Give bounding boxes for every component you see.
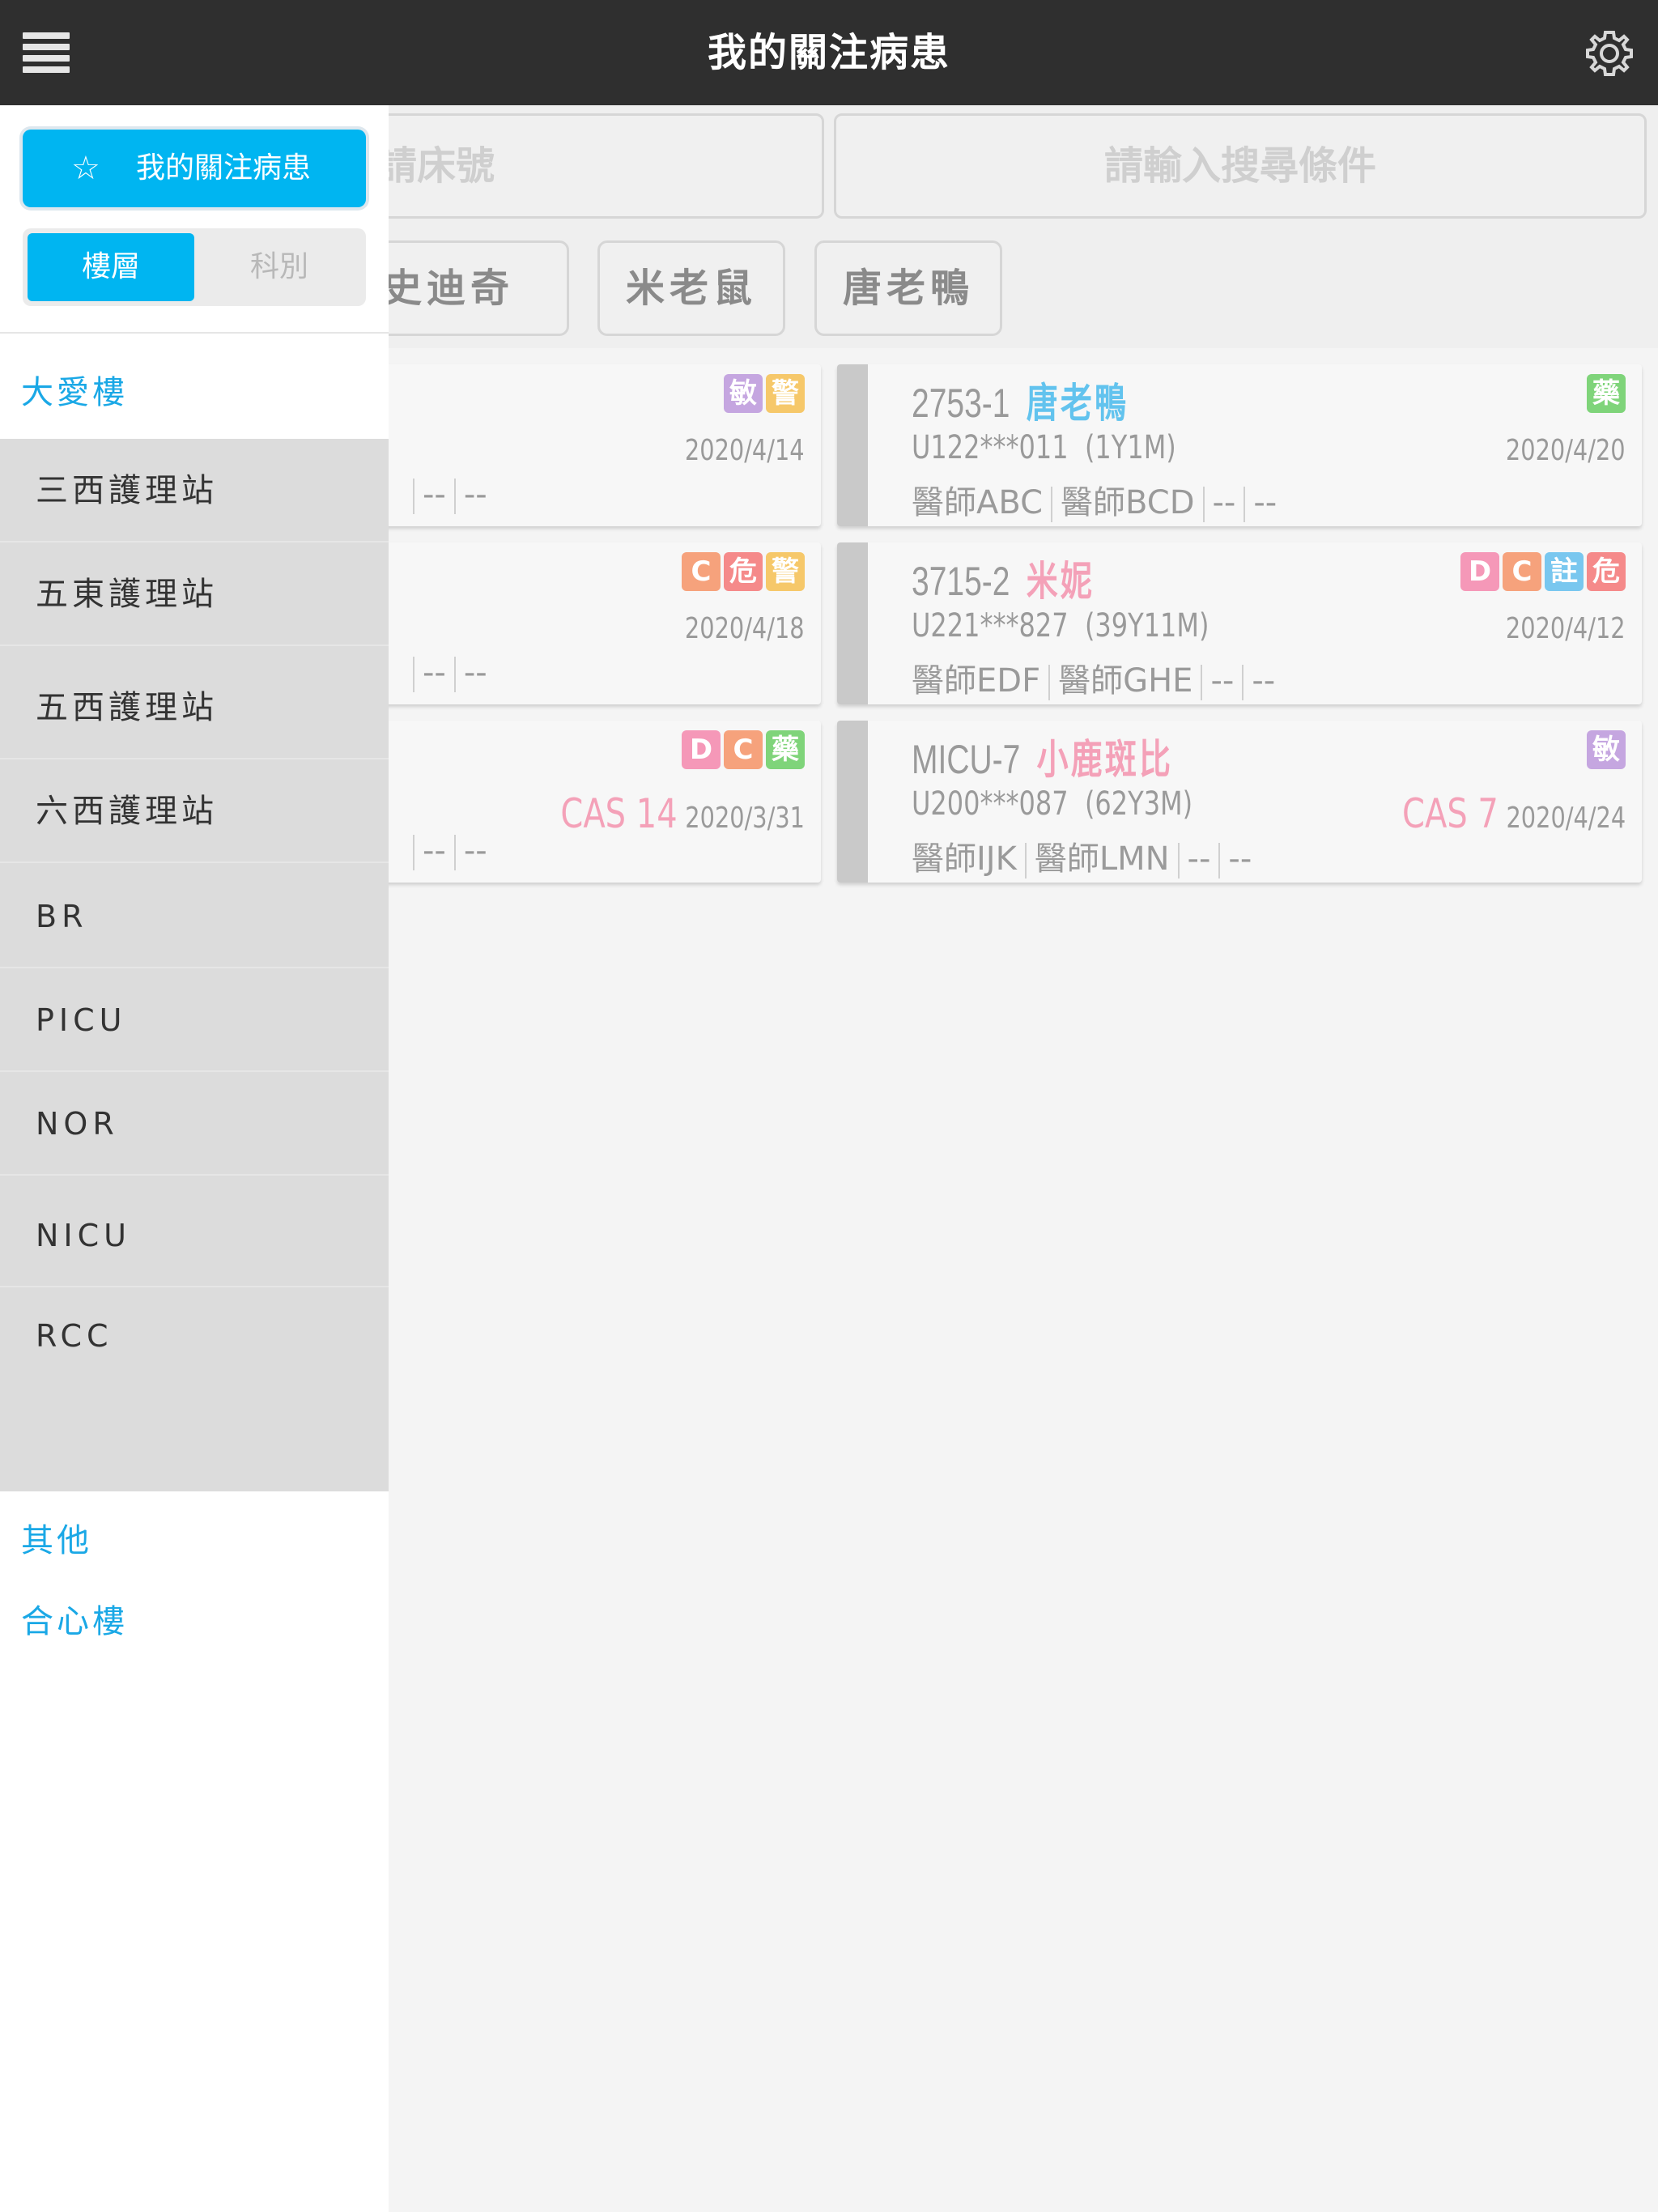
tab-department[interactable]: 科別 bbox=[196, 233, 363, 301]
tag-badge: 敏 bbox=[724, 374, 763, 413]
tag-badge: C bbox=[682, 552, 721, 591]
tag-badge: C bbox=[1503, 552, 1541, 591]
cas-score: CAS 7 bbox=[1401, 790, 1499, 837]
star-icon: ☆ bbox=[71, 150, 100, 187]
tag-badge: 藥 bbox=[1587, 374, 1626, 413]
patient-card[interactable]: MICU-7 小鹿斑比 敏 U200***087 (62Y3M) CAS 7 202… bbox=[837, 721, 1642, 883]
doctor-line: 醫師ABC 醫師BCD -- -- bbox=[912, 484, 1278, 522]
station-item[interactable]: 五東護理站 bbox=[0, 542, 389, 646]
chip-donald[interactable]: 唐老鴨 bbox=[814, 240, 1002, 336]
id-line: U221***827 (39Y11M) bbox=[912, 607, 1209, 644]
tag-badge: 註 bbox=[1545, 552, 1584, 591]
side-drawer: ☆ 我的關注病患 樓層 科別 大愛樓 三西護理站 五東護理站 五西護理站 六西護… bbox=[0, 105, 389, 2212]
id-line: U122***011 (1Y1M) bbox=[912, 429, 1176, 466]
tag-badge: C bbox=[724, 730, 763, 769]
chip-mickey[interactable]: 米老鼠 bbox=[597, 240, 785, 336]
tag-badge: 危 bbox=[1587, 552, 1626, 591]
patient-name: 唐老鴨 bbox=[1026, 381, 1129, 426]
bed-number: 3715-2 bbox=[912, 559, 1010, 604]
tag-badge: 敏 bbox=[1587, 730, 1626, 769]
station-item[interactable]: 五西護理站 bbox=[0, 656, 389, 759]
station-item[interactable]: PICU bbox=[0, 968, 389, 1072]
patient-name: 小鹿斑比 bbox=[1036, 737, 1174, 782]
tab-floor[interactable]: 樓層 bbox=[28, 233, 194, 301]
app-header: 我的關注病患 bbox=[0, 0, 1658, 105]
group-other[interactable]: 其他 bbox=[21, 1514, 92, 1561]
tag-list: C 危 警 bbox=[682, 552, 805, 591]
tag-badge: 警 bbox=[766, 374, 805, 413]
station-item[interactable]: NOR bbox=[0, 1072, 389, 1176]
group-by-segmented-control: 樓層 科別 bbox=[23, 228, 366, 306]
doctor-line: -- -- bbox=[405, 654, 487, 692]
doctor-line: 醫師IJK 醫師LMN -- -- bbox=[912, 840, 1252, 878]
page-title: 我的關注病患 bbox=[707, 30, 950, 75]
date-label: 2020/4/18 bbox=[685, 612, 805, 645]
tag-badge: 藥 bbox=[766, 730, 805, 769]
tag-list: 敏 警 bbox=[724, 374, 805, 413]
date-label: 2020/4/14 bbox=[685, 434, 805, 467]
tag-badge: 危 bbox=[724, 552, 763, 591]
condition-search-input[interactable]: 請輸入搜尋條件 bbox=[834, 113, 1647, 219]
id-line: U200***087 (62Y3M) bbox=[912, 785, 1193, 823]
patient-name: 米妮 bbox=[1026, 559, 1095, 604]
station-item[interactable]: NICU bbox=[0, 1184, 389, 1287]
tag-list: 藥 bbox=[1587, 374, 1626, 413]
tag-list: D C 註 危 bbox=[1460, 552, 1626, 591]
tag-list: 敏 bbox=[1587, 730, 1626, 769]
date-label: CAS 7 2020/4/24 bbox=[1401, 790, 1626, 837]
doctor-line: -- -- bbox=[405, 476, 487, 514]
patient-card[interactable]: 3715-2 米妮 D C 註 危 U221***827 (39Y11M) 202… bbox=[837, 542, 1642, 704]
date-label: CAS 14 2020/3/31 bbox=[560, 790, 805, 837]
tag-badge: D bbox=[682, 730, 721, 769]
station-item[interactable]: 三西護理站 bbox=[0, 439, 389, 542]
bed-number: MICU-7 bbox=[912, 737, 1021, 782]
doctor-line: 醫師EDF 醫師GHE -- -- bbox=[912, 662, 1276, 700]
bed-name-line: 3715-2 米妮 bbox=[912, 549, 1095, 607]
patient-card[interactable]: 2753-1 唐老鴨 藥 U122***011 (1Y1M) 2020/4/20 … bbox=[837, 364, 1642, 526]
tag-list: D C 藥 bbox=[682, 730, 805, 769]
my-watched-patients-button[interactable]: ☆ 我的關注病患 bbox=[23, 130, 366, 207]
station-item[interactable]: RCC bbox=[0, 1284, 389, 1388]
bed-name-line: 2753-1 唐老鴨 bbox=[912, 371, 1129, 429]
divider bbox=[0, 332, 389, 334]
tag-badge: D bbox=[1460, 552, 1499, 591]
station-item[interactable]: 六西護理站 bbox=[0, 759, 389, 863]
bed-number: 2753-1 bbox=[912, 381, 1010, 426]
bed-name-line: MICU-7 小鹿斑比 bbox=[912, 727, 1173, 785]
gear-icon[interactable] bbox=[1584, 28, 1635, 79]
station-list: 三西護理站 五東護理站 五西護理站 六西護理站 BR PICU NOR NICU… bbox=[0, 439, 389, 1491]
group-daai-building[interactable]: 大愛樓 bbox=[21, 366, 128, 413]
doctor-line: -- -- bbox=[405, 832, 487, 870]
station-item[interactable]: BR bbox=[0, 865, 389, 968]
group-hexin-building[interactable]: 合心樓 bbox=[21, 1595, 128, 1642]
cas-score: CAS 14 bbox=[560, 790, 678, 837]
tag-badge: 警 bbox=[766, 552, 805, 591]
date-label: 2020/4/20 bbox=[1506, 434, 1626, 467]
date-label: 2020/4/12 bbox=[1506, 612, 1626, 645]
